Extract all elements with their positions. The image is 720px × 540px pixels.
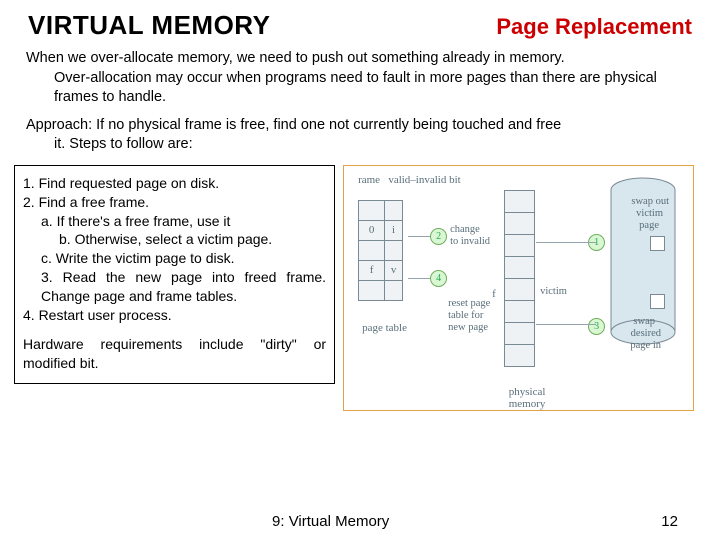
page-table-label: page table (362, 322, 407, 334)
label-to-invalid: to invalid (450, 236, 490, 248)
paragraph-approach: Approach: If no physical frame is free, … (0, 114, 720, 161)
label-reset-1: reset page (448, 298, 490, 310)
paragraph-overallocate: When we over-allocate memory, we need to… (0, 47, 720, 114)
physical-memory-label: physical memory (502, 386, 552, 410)
hardware-note: Hardware requirements include "dirty" or… (23, 336, 326, 371)
para2-line1: Approach: If no physical frame is free, … (26, 117, 561, 133)
steps-box: 1. Find requested page on disk. 2. Find … (14, 165, 335, 384)
col-bit: valid–invalid bit (388, 174, 460, 186)
slide-subtitle: Page Replacement (496, 14, 692, 40)
pt-r4-frame: f (359, 260, 385, 280)
arrow-swap-out (536, 242, 596, 243)
label-swapin-2: desired (631, 328, 661, 340)
pt-r4-bit: v (385, 260, 403, 280)
step-circle-3: 3 (588, 318, 605, 335)
step-2a: a. If there's a free frame, use it (23, 212, 326, 231)
disk-page-out (650, 236, 665, 251)
page-table: 0i fv (358, 200, 403, 301)
slide-title: VIRTUAL MEMORY (28, 10, 270, 41)
para2-line2: it. Steps to follow are: (26, 135, 694, 155)
pt-r2-frame: 0 (359, 220, 385, 240)
frame-f-label: f (492, 288, 496, 300)
step-circle-2: 2 (430, 228, 447, 245)
label-swapin-1: swap (633, 316, 655, 328)
label-change: change (450, 224, 480, 236)
arrow-reset-table (408, 278, 430, 279)
step-2b: b. Otherwise, select a victim page. (23, 230, 326, 249)
page-number: 12 (661, 513, 678, 530)
slide-footer: 9: Virtual Memory 12 (0, 513, 720, 530)
label-swapout-3: page (639, 220, 659, 232)
para1-line1: When we over-allocate memory, we need to… (26, 50, 565, 66)
label-swapin-3: page in (630, 340, 661, 352)
label-victim: victim (540, 286, 567, 298)
step-3: 3. Read the new page into freed frame. C… (23, 268, 326, 306)
para1-line2: Over-allocation may occur when programs … (26, 69, 694, 108)
label-reset-3: new page (448, 322, 488, 334)
step-circle-4: 4 (430, 270, 447, 287)
footer-title: 9: Virtual Memory (272, 513, 389, 530)
arrow-swap-in (536, 324, 596, 325)
label-swapout-2: victim (636, 208, 663, 220)
label-swapout-1: swap out (631, 196, 669, 208)
step-4: 4. Restart user process. (23, 307, 172, 323)
step-2: 2. Find a free frame. (23, 194, 149, 210)
label-reset-2: table for (448, 310, 483, 322)
physical-memory (504, 190, 535, 367)
arrow-change-invalid (408, 236, 430, 237)
step-2c: c. Write the victim page to disk. (23, 249, 326, 268)
step-1: 1. Find requested page on disk. (23, 175, 219, 191)
disk-page-in (650, 294, 665, 309)
pagetable-header: rame valid–invalid bit (358, 174, 461, 186)
pt-r2-bit: i (385, 220, 403, 240)
page-replacement-diagram: rame valid–invalid bit 0i fv page table … (343, 165, 694, 411)
col-frame: rame (358, 174, 380, 186)
